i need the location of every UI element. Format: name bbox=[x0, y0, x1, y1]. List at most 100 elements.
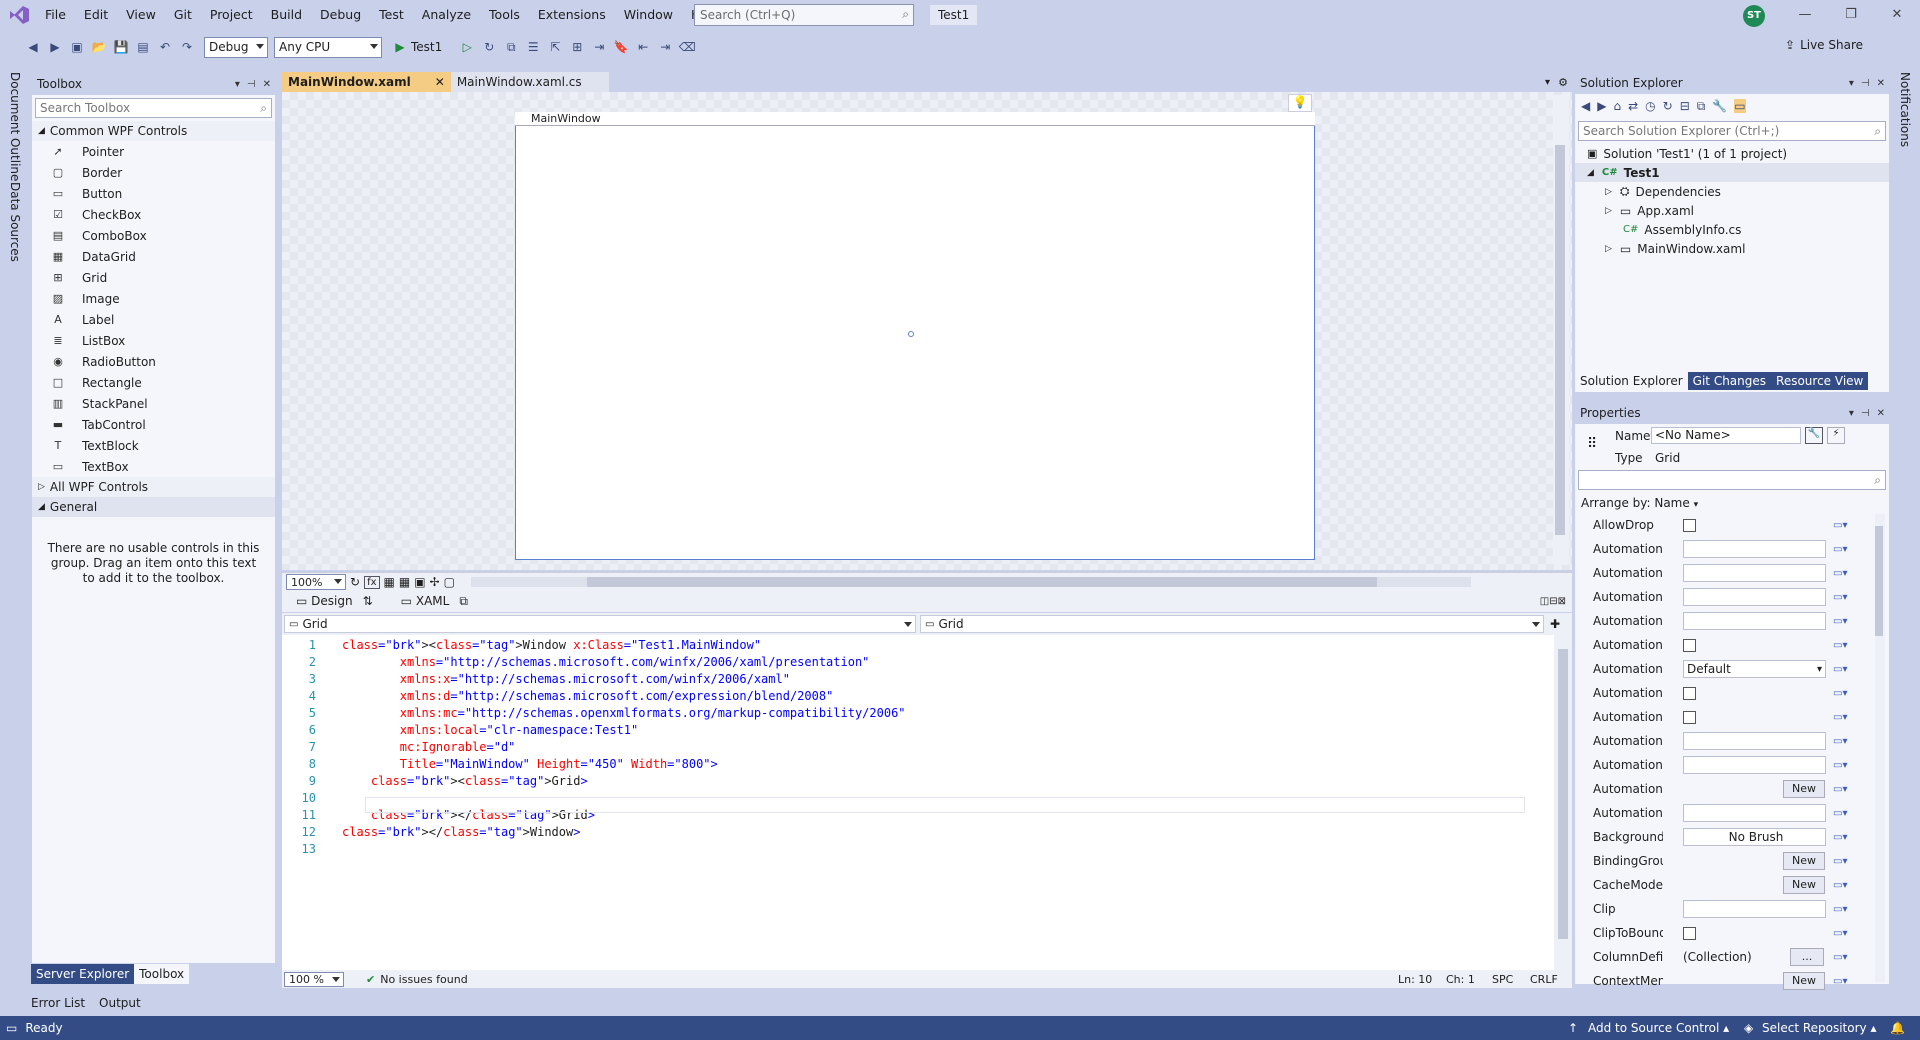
group-all-wpf[interactable]: ▷ All WPF Controls bbox=[32, 477, 275, 497]
arrange-by-select[interactable]: Arrange by: Name ▾ bbox=[1575, 493, 1889, 513]
save-icon[interactable]: 💾 bbox=[111, 37, 131, 57]
add-source-control-button[interactable]: Add to Source Control ▴ bbox=[1588, 1021, 1729, 1035]
menu-analyze[interactable]: Analyze bbox=[413, 0, 480, 30]
menu-project[interactable]: Project bbox=[201, 0, 262, 30]
split-editor-icon[interactable]: ✚ bbox=[1550, 617, 1560, 631]
minimize-button[interactable]: — bbox=[1782, 0, 1828, 30]
menu-view[interactable]: View bbox=[117, 0, 165, 30]
snap-grid-icon[interactable]: ▦ bbox=[399, 575, 410, 589]
menu-edit[interactable]: Edit bbox=[75, 0, 117, 30]
toolbox-item-stackpanel[interactable]: ▥ StackPanel bbox=[32, 393, 275, 414]
property-marker-icon[interactable]: ▭▾ bbox=[1833, 664, 1847, 675]
toolbox-item-tabcontrol[interactable]: ▬ TabControl bbox=[32, 414, 275, 435]
property-marker-icon[interactable]: ▭▾ bbox=[1833, 544, 1847, 555]
close-button[interactable]: ✕ bbox=[1874, 0, 1920, 30]
code-line[interactable]: 2 xmlns="http://schemas.microsoft.com/wi… bbox=[282, 654, 1572, 671]
show-all-files-icon[interactable]: ⧉ bbox=[1697, 99, 1706, 114]
dropdown-icon[interactable]: ▾ bbox=[235, 79, 240, 90]
toolbox-item-datagrid[interactable]: ▦ DataGrid bbox=[32, 246, 275, 267]
switch-view-icon[interactable]: ⇄ bbox=[1628, 99, 1638, 113]
toolbox-item-grid[interactable]: ⊞ Grid bbox=[32, 267, 275, 288]
xaml-code-editor[interactable]: 1 class="brk"><class="tag">Window x:Class… bbox=[282, 635, 1572, 970]
solution-search-input[interactable]: Search Solution Explorer (Ctrl+;) ⌕ bbox=[1578, 121, 1886, 141]
menu-debug[interactable]: Debug bbox=[311, 0, 370, 30]
document-outline-tab[interactable]: Document Outline bbox=[8, 72, 22, 181]
close-icon[interactable]: ✕ bbox=[263, 79, 271, 90]
toolbox-item-combobox[interactable]: ▤ ComboBox bbox=[32, 225, 275, 246]
wpf-window-preview[interactable] bbox=[515, 112, 1315, 560]
snap-lines-icon[interactable]: ✢ bbox=[430, 575, 440, 589]
design-tab[interactable]: ▭ Design bbox=[296, 594, 353, 608]
property-new-button[interactable]: New bbox=[1783, 780, 1825, 798]
solution-explorer-tab[interactable]: Solution Explorer bbox=[1575, 372, 1688, 390]
platform-select[interactable]: Any CPU bbox=[274, 36, 382, 58]
toolbox-item-checkbox[interactable]: ☑ CheckBox bbox=[32, 204, 275, 225]
property-new-button[interactable]: New bbox=[1783, 972, 1825, 990]
property-marker-icon[interactable]: ▭▾ bbox=[1833, 808, 1847, 819]
designer-zoom-select[interactable]: 100% bbox=[286, 574, 346, 590]
property-new-button[interactable]: New bbox=[1783, 876, 1825, 894]
property-ellipsis-button[interactable]: ... bbox=[1790, 948, 1824, 966]
tab-mainwindow-xaml[interactable]: MainWindow.xaml ✕ bbox=[282, 72, 451, 92]
code-line[interactable]: 1 class="brk"><class="tag">Window x:Class… bbox=[282, 637, 1572, 654]
property-marker-icon[interactable]: ▭▾ bbox=[1833, 520, 1847, 531]
element-name-input[interactable]: <No Name> bbox=[1651, 427, 1801, 444]
pin-icon[interactable]: ⊣ bbox=[1861, 408, 1870, 419]
menu-git[interactable]: Git bbox=[165, 0, 201, 30]
property-text-input[interactable] bbox=[1683, 900, 1826, 918]
property-text-input[interactable] bbox=[1683, 564, 1826, 582]
start-without-debugging-icon[interactable]: ▷ bbox=[457, 37, 477, 57]
code-line[interactable]: 7 mc:Ignorable="d" bbox=[282, 739, 1572, 756]
property-checkbox[interactable] bbox=[1683, 638, 1696, 652]
property-marker-icon[interactable]: ▭▾ bbox=[1833, 952, 1847, 963]
toolbox-item-pointer[interactable]: ➚ Pointer bbox=[32, 141, 275, 162]
effects-icon[interactable]: ▣ bbox=[414, 575, 425, 589]
select-element-icon[interactable]: ⇱ bbox=[545, 37, 565, 57]
property-marker-icon[interactable]: ▭▾ bbox=[1833, 640, 1847, 651]
code-line[interactable]: 5 xmlns:mc="http://schemas.openxmlformat… bbox=[282, 705, 1572, 722]
property-marker-icon[interactable]: ▭▾ bbox=[1833, 880, 1847, 891]
property-marker-icon[interactable]: ▭▾ bbox=[1833, 568, 1847, 579]
property-text-input[interactable] bbox=[1683, 540, 1826, 558]
formula-icon[interactable]: fx bbox=[364, 575, 380, 589]
property-combo[interactable]: Default ▾ bbox=[1683, 660, 1826, 678]
property-checkbox[interactable] bbox=[1683, 686, 1696, 700]
close-tab-icon[interactable]: ✕ bbox=[435, 75, 445, 89]
property-text-input[interactable] bbox=[1683, 756, 1826, 774]
property-marker-icon[interactable]: ▭▾ bbox=[1833, 712, 1847, 723]
toolbox-item-listbox[interactable]: ≣ ListBox bbox=[32, 330, 275, 351]
redo-icon[interactable]: ↷ bbox=[177, 37, 197, 57]
properties-wrench-icon[interactable]: 🔧 bbox=[1712, 99, 1727, 113]
designer-horizontal-scrollbar[interactable] bbox=[470, 577, 1471, 587]
display-layout-icon[interactable]: ⊞ bbox=[567, 37, 587, 57]
menu-test[interactable]: Test bbox=[370, 0, 413, 30]
tree-solution[interactable]: ▣ Solution 'Test1' (1 of 1 project) bbox=[1575, 144, 1889, 163]
layout-icon[interactable]: ☰ bbox=[523, 37, 543, 57]
search-input[interactable]: Search (Ctrl+Q) ⌕ bbox=[694, 4, 914, 26]
hot-reload-icon[interactable]: ↻ bbox=[479, 37, 499, 57]
property-marker-icon[interactable]: ▭▾ bbox=[1833, 904, 1847, 915]
properties-wrench-icon[interactable]: 🔧 bbox=[1805, 427, 1823, 444]
close-icon[interactable]: ✕ bbox=[1877, 78, 1885, 89]
code-line[interactable]: 4 xmlns:d="http://schemas.microsoft.com/… bbox=[282, 688, 1572, 705]
issues-status[interactable]: No issues found bbox=[380, 973, 467, 986]
next-bookmark-icon[interactable]: ⇥ bbox=[655, 37, 675, 57]
menu-build[interactable]: Build bbox=[262, 0, 311, 30]
toolbox-empty-message[interactable]: There are no usable controls in this gro… bbox=[32, 517, 275, 610]
group-general[interactable]: ◢ General bbox=[32, 497, 275, 517]
code-line[interactable]: 13 bbox=[282, 841, 1572, 858]
property-new-button[interactable]: New bbox=[1783, 852, 1825, 870]
group-common-wpf[interactable]: ◢ Common WPF Controls bbox=[32, 121, 275, 141]
editor-zoom-select[interactable]: 100 % bbox=[284, 971, 344, 987]
open-file-icon[interactable]: 📂 bbox=[89, 37, 109, 57]
property-text-input[interactable] bbox=[1683, 804, 1826, 822]
refresh-icon[interactable]: ↻ bbox=[350, 575, 360, 589]
property-marker-icon[interactable]: ▭▾ bbox=[1833, 616, 1847, 627]
lightbulb-icon[interactable]: 💡 bbox=[1288, 94, 1312, 112]
git-changes-tab[interactable]: Git Changes bbox=[1687, 372, 1772, 390]
code-line[interactable]: 3 xmlns:x="http://schemas.microsoft.com/… bbox=[282, 671, 1572, 688]
property-text-input[interactable] bbox=[1683, 732, 1826, 750]
property-marker-icon[interactable]: ▭▾ bbox=[1833, 736, 1847, 747]
menu-tools[interactable]: Tools bbox=[480, 0, 529, 30]
save-all-icon[interactable]: ▤ bbox=[133, 37, 153, 57]
